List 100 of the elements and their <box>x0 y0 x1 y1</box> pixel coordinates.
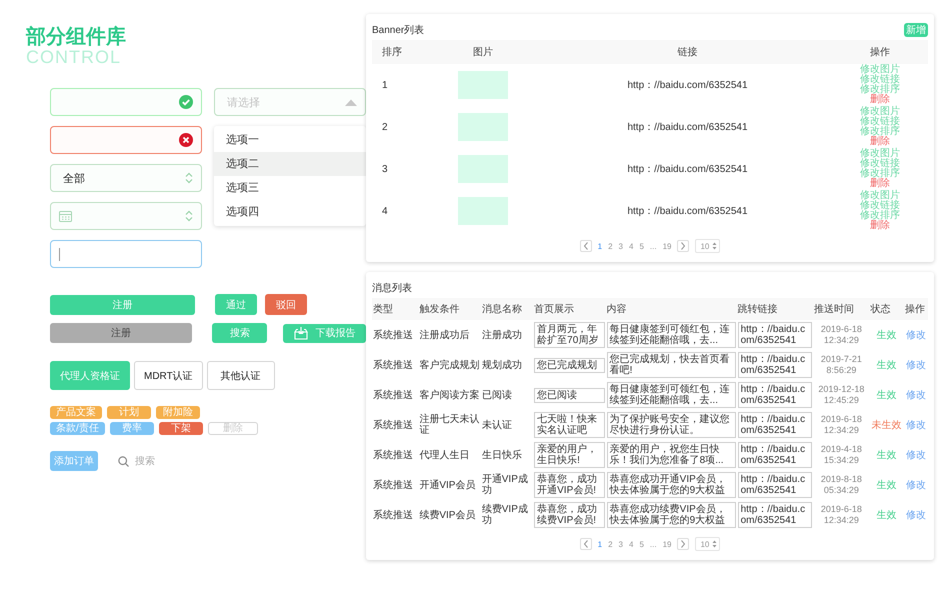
page-size-field[interactable]: 10 <box>695 537 720 551</box>
edit-link[interactable]: 修改 <box>906 420 926 430</box>
chevron-left-icon <box>582 540 589 548</box>
tag[interactable]: 附加险 <box>156 406 200 419</box>
reject-button[interactable]: 驳回 <box>265 294 307 315</box>
edit-link[interactable]: 修改 <box>906 330 926 340</box>
next-page-button[interactable] <box>677 538 690 550</box>
delete-link[interactable]: 删除 <box>832 221 928 231</box>
error-input-field[interactable] <box>50 126 202 154</box>
edit-link[interactable]: 修改 <box>906 360 926 370</box>
table-cell-text: 规划成功 <box>480 358 523 372</box>
page-link[interactable]: 5 <box>639 540 644 548</box>
edit-link[interactable]: 修改链接 <box>832 75 928 85</box>
search-field[interactable]: 搜索 <box>135 456 195 466</box>
edit-link[interactable]: 修改图片 <box>832 107 928 117</box>
tag[interactable]: 费率 <box>110 422 154 435</box>
text-box[interactable]: http：//baidu.com/6352541 <box>738 442 812 468</box>
tag[interactable]: 计划 <box>107 406 151 419</box>
page-link[interactable]: 19 <box>662 242 672 250</box>
dropdown-field[interactable]: 请选择 <box>214 88 366 116</box>
text-box[interactable]: 您已完成规划 <box>534 358 605 372</box>
text-box[interactable]: 每日健康签到可领红包，连续签到还能翻倍哦，去... <box>606 322 736 348</box>
text-box[interactable]: 七天啦！快来实名认证吧 <box>534 412 605 438</box>
text-box[interactable]: http：//baidu.com/6352541 <box>738 412 812 438</box>
date-picker-field[interactable] <box>50 202 202 230</box>
page-link[interactable]: 3 <box>618 540 623 548</box>
success-input-field[interactable] <box>50 88 202 116</box>
text-box[interactable]: 您已阅读 <box>534 388 605 402</box>
edit-link[interactable]: 修改链接 <box>832 117 928 127</box>
edit-link[interactable]: 修改 <box>906 450 926 460</box>
register-button[interactable]: 注册 <box>50 323 192 343</box>
tag[interactable]: 条款/责任 <box>50 422 105 435</box>
status-text: 生效 <box>876 510 897 520</box>
previous-page-button[interactable] <box>580 240 592 252</box>
edit-link[interactable]: 修改链接 <box>832 201 928 211</box>
delete-link[interactable]: 删除 <box>832 137 928 147</box>
edit-link[interactable]: 修改排序 <box>832 211 928 221</box>
table-cell-text: 系统推送 <box>372 418 414 432</box>
table-cell-text: 已阅读 <box>480 388 513 402</box>
delete-link[interactable]: 删除 <box>832 95 928 105</box>
add-order-button[interactable]: 添加订单 <box>50 451 98 471</box>
text-box[interactable]: 亲爱的用户，祝您生日快乐！我们为您准备了8项... <box>606 442 736 468</box>
text-box[interactable]: 恭喜您成功开通VIP会员，快去体验属于您的9大权益 <box>606 472 736 498</box>
page-size-field[interactable]: 10 <box>695 239 720 253</box>
previous-page-button[interactable] <box>580 538 592 550</box>
add-button[interactable]: 新增 <box>904 23 928 37</box>
edit-link[interactable]: 修改图片 <box>832 149 928 159</box>
approve-button[interactable]: 通过 <box>215 294 257 315</box>
tag[interactable]: 下架 <box>158 422 203 435</box>
edit-link[interactable]: 修改 <box>906 480 926 490</box>
page-link[interactable]: 19 <box>662 540 672 548</box>
search-button[interactable]: 搜索 <box>212 323 268 343</box>
page-link[interactable]: 1 <box>598 540 602 548</box>
text-box[interactable]: 亲爱的用户，生日快乐! <box>534 442 605 468</box>
text-box[interactable]: http：//baidu.com/6352541 <box>738 322 812 348</box>
page-link[interactable]: 4 <box>628 242 634 250</box>
text-box[interactable]: 每日健康签到可领红包，连续签到还能翻倍哦，去... <box>606 382 736 408</box>
page-link[interactable]: ... <box>650 242 657 250</box>
input-field[interactable] <box>50 240 202 268</box>
edit-link[interactable]: 修改 <box>906 510 926 520</box>
text-box[interactable]: 恭喜您，成功开通VIP会员! <box>534 472 605 498</box>
text-box[interactable]: 为了保护账号安全，建议您尽快进行身份认证。 <box>606 412 736 438</box>
text-box[interactable]: http：//baidu.com/6352541 <box>738 352 812 378</box>
page-link[interactable]: 5 <box>639 242 644 250</box>
page-link[interactable]: 2 <box>608 242 613 250</box>
register-button[interactable]: 注册 <box>50 294 195 314</box>
edit-link[interactable]: 修改排序 <box>832 85 928 95</box>
text-box[interactable]: http：//baidu.com/6352541 <box>738 472 812 498</box>
download-report-button[interactable]: 下载报告 <box>283 324 366 342</box>
chevron-right-icon <box>680 540 686 548</box>
status-text: 生效 <box>876 390 897 400</box>
dropdown-option[interactable]: 选项二 <box>214 152 366 176</box>
certificate-tab[interactable]: 代理人资格证 <box>50 361 130 390</box>
edit-link[interactable]: 修改链接 <box>832 159 928 169</box>
text-box[interactable]: 恭喜您成功续费VIP会员，快去体验属于您的9大权益 <box>606 502 736 528</box>
text-box[interactable]: http：//baidu.com/6352541 <box>738 382 812 408</box>
tag[interactable]: 产品文案 <box>50 406 102 419</box>
page-link[interactable]: 4 <box>628 540 634 548</box>
text-box[interactable]: 首月两元，年龄扩至70周岁 <box>534 322 605 348</box>
text-box[interactable]: http：//baidu.com/6352541 <box>738 502 812 528</box>
edit-link[interactable]: 修改排序 <box>832 169 928 179</box>
certificate-tab[interactable]: MDRT认证 <box>134 361 203 390</box>
edit-link[interactable]: 修改排序 <box>832 127 928 137</box>
text-box[interactable]: 您已完成规划，快去首页看看吧! <box>606 352 736 378</box>
page-link[interactable]: 1 <box>598 242 602 250</box>
page-link[interactable]: 2 <box>608 540 613 548</box>
next-page-button[interactable] <box>677 240 690 252</box>
select-field[interactable]: 全部 <box>50 164 202 192</box>
certificate-tab[interactable]: 其他认证 <box>206 361 275 390</box>
edit-link[interactable]: 修改 <box>906 390 926 400</box>
delete-link[interactable]: 删除 <box>832 179 928 189</box>
edit-link[interactable]: 修改图片 <box>832 65 928 75</box>
page-link[interactable]: ... <box>650 540 657 548</box>
page-link[interactable]: 3 <box>618 242 623 250</box>
dropdown-option[interactable]: 选项四 <box>214 200 366 224</box>
text-box[interactable]: 恭喜您，成功续费VIP会员! <box>534 502 605 528</box>
dropdown-option[interactable]: 选项三 <box>214 176 366 200</box>
up-down-chevron-icon <box>185 172 193 184</box>
edit-link[interactable]: 修改图片 <box>832 191 928 201</box>
dropdown-option[interactable]: 选项一 <box>214 128 366 152</box>
